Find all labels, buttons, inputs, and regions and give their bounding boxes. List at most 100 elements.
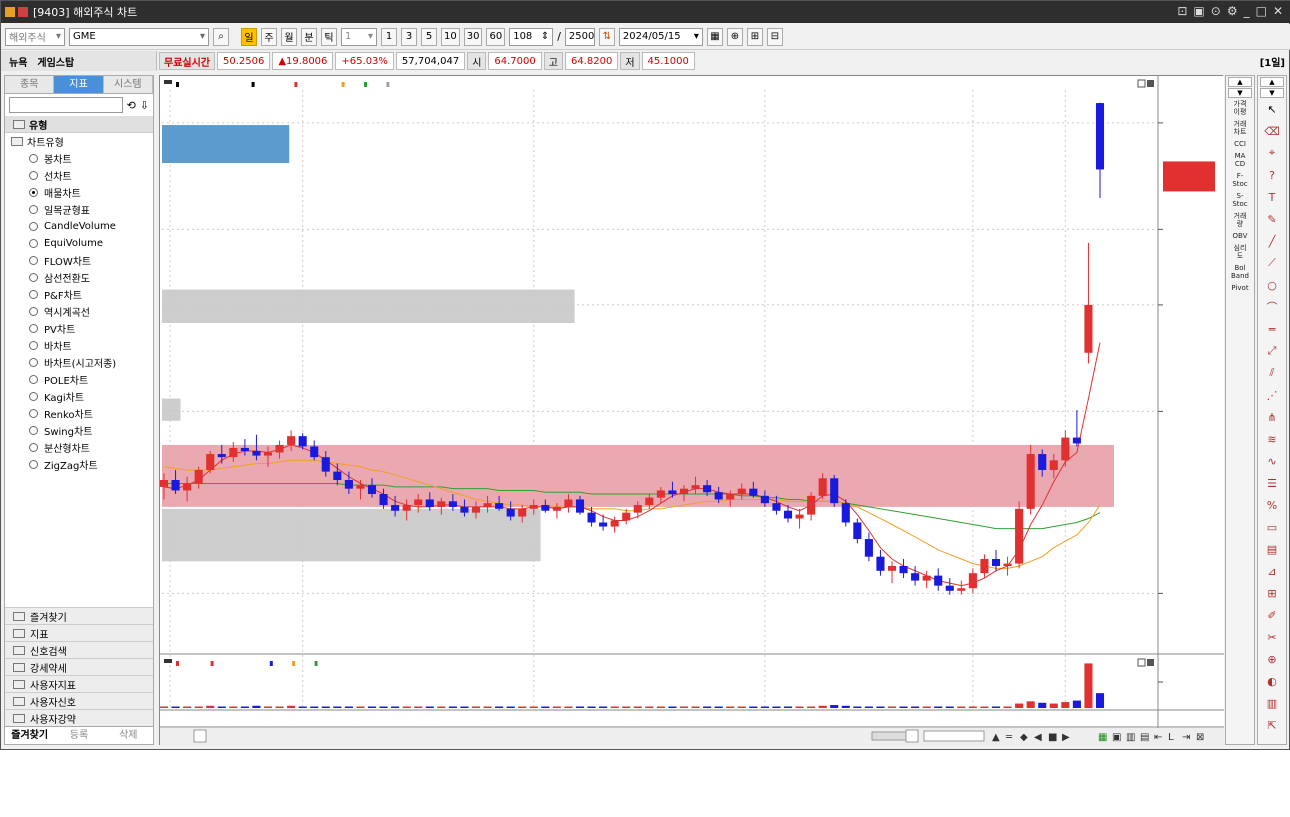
scroll-up-icon[interactable]: ▲ bbox=[1260, 77, 1284, 87]
bottom-group-item[interactable]: 신호검색 bbox=[5, 641, 153, 658]
chart-svg[interactable]: ▲ ═ ◆ ◀ ■ ▶ ▦ ▣ ▥ ▤ ⇤ L ⇥ ⊠ bbox=[159, 76, 1224, 746]
pen-tool-icon[interactable]: ✐ bbox=[1261, 606, 1283, 624]
fibonacci-tool-icon[interactable]: ≋ bbox=[1261, 430, 1283, 448]
radio-button-icon[interactable] bbox=[29, 392, 38, 401]
quick-s-stoc[interactable]: S- Stoc bbox=[1227, 192, 1253, 208]
radio-button-icon[interactable] bbox=[29, 256, 38, 265]
interval-select[interactable]: 1 ▾ bbox=[341, 27, 377, 46]
close-icon[interactable]: ✕ bbox=[1273, 4, 1283, 18]
count-stepper[interactable]: 108 ⇕ bbox=[509, 27, 554, 46]
chart-area[interactable]: ▲ ═ ◆ ◀ ■ ▶ ▦ ▣ ▥ ▤ ⇤ L ⇥ ⊠ bbox=[159, 75, 1224, 746]
minimize-icon[interactable]: _ bbox=[1244, 4, 1250, 18]
export-tool-icon[interactable]: ⇱ bbox=[1261, 716, 1283, 734]
chart-type-option[interactable]: Renko차트 bbox=[11, 405, 153, 422]
interval-10-button[interactable]: 10 bbox=[441, 27, 460, 46]
chart-type-option[interactable]: 분산형차트 bbox=[11, 439, 153, 456]
tab-stocks[interactable]: 종목 bbox=[5, 76, 55, 93]
quick-bollinger[interactable]: Bol Band bbox=[1227, 264, 1253, 280]
ratio-tool-icon[interactable]: % bbox=[1261, 496, 1283, 514]
chart-type-option[interactable]: Kagi차트 bbox=[11, 388, 153, 405]
scroll-down-icon[interactable]: ▼ bbox=[1260, 88, 1284, 98]
layout-tool-icon[interactable]: ▥ bbox=[1261, 694, 1283, 712]
crosshair-tool-icon[interactable]: ⌖ bbox=[1261, 144, 1283, 162]
radio-button-icon[interactable] bbox=[29, 290, 38, 299]
period-day-button[interactable]: 일 bbox=[241, 27, 257, 46]
period-minute-button[interactable]: 분 bbox=[301, 27, 317, 46]
chart-tool-icon[interactable]: ⊿ bbox=[1261, 562, 1283, 580]
chart-type-option[interactable]: PV차트 bbox=[11, 320, 153, 337]
period-tick-button[interactable]: 틱 bbox=[321, 27, 337, 46]
memo-tool-icon[interactable]: ✎ bbox=[1261, 210, 1283, 228]
radio-button-icon[interactable] bbox=[29, 154, 38, 163]
interval-1-button[interactable]: 1 bbox=[381, 27, 397, 46]
radio-button-icon[interactable] bbox=[29, 409, 38, 418]
delete-tool-icon[interactable]: ✂ bbox=[1261, 628, 1283, 646]
eraser-tool-icon[interactable]: ⌫ bbox=[1261, 122, 1283, 140]
save-tool-icon[interactable]: ▤ bbox=[1261, 540, 1283, 558]
chart-type-option[interactable]: 바차트(시고저종) bbox=[11, 354, 153, 371]
quick-vol[interactable]: 거래 량 bbox=[1227, 212, 1253, 228]
scroll-down-icon[interactable]: ▼ bbox=[1228, 88, 1252, 98]
magnify-tool-icon[interactable]: ⊕ bbox=[1261, 650, 1283, 668]
chart-type-option[interactable]: CandleVolume bbox=[11, 218, 153, 235]
bottom-group-item[interactable]: 사용자지표 bbox=[5, 675, 153, 692]
radio-button-icon[interactable] bbox=[29, 171, 38, 180]
radio-button-icon[interactable] bbox=[29, 324, 38, 333]
chart-type-option[interactable]: 봉차트 bbox=[11, 150, 153, 167]
tab-system[interactable]: 시스템 bbox=[104, 76, 153, 93]
quick-cci[interactable]: CCI bbox=[1227, 140, 1253, 148]
wave-tool-icon[interactable]: ∿ bbox=[1261, 452, 1283, 470]
chart-type-option[interactable]: 역시계곡선 bbox=[11, 303, 153, 320]
radio-button-icon[interactable] bbox=[29, 239, 38, 248]
bottom-group-item[interactable]: 사용자신호 bbox=[5, 692, 153, 709]
date-picker[interactable]: 2024/05/15 ▾ bbox=[618, 27, 703, 46]
period-month-button[interactable]: 월 bbox=[281, 27, 297, 46]
trendline-tool-icon[interactable]: ⟋ bbox=[1261, 254, 1283, 272]
fan-tool-icon[interactable]: ⋰ bbox=[1261, 386, 1283, 404]
chart-type-root[interactable]: 차트유형 bbox=[11, 133, 153, 150]
chart-type-option[interactable]: 선차트 bbox=[11, 167, 153, 184]
indicator-search-input[interactable] bbox=[9, 97, 123, 113]
interval-3-button[interactable]: 3 bbox=[401, 27, 417, 46]
total-input[interactable]: 2500 bbox=[564, 27, 595, 46]
load-more-button[interactable]: ⇅ bbox=[598, 27, 615, 46]
group-type[interactable]: 유형 bbox=[5, 116, 153, 133]
text-tool-icon[interactable]: T bbox=[1261, 188, 1283, 206]
radio-button-icon[interactable] bbox=[29, 307, 38, 316]
market-select[interactable]: 해외주식 ▾ bbox=[5, 27, 65, 46]
chart-type-option[interactable]: 삼선전환도 bbox=[11, 269, 153, 286]
sort-icon[interactable]: ⇩ bbox=[140, 99, 149, 112]
quick-obv[interactable]: OBV bbox=[1227, 232, 1253, 240]
favorites-tab[interactable]: 즐겨찾기 bbox=[5, 727, 54, 744]
chart-type-option[interactable]: Swing차트 bbox=[11, 422, 153, 439]
bottom-group-item[interactable]: 강세약세 bbox=[5, 658, 153, 675]
quick-macd[interactable]: MA CD bbox=[1227, 152, 1253, 168]
maximize-icon[interactable]: □ bbox=[1256, 4, 1267, 18]
zoom-button[interactable]: ⊕ bbox=[726, 27, 743, 46]
chart-type-option[interactable]: FLOW차트 bbox=[11, 252, 153, 269]
radio-button-icon[interactable] bbox=[29, 426, 38, 435]
radio-button-icon[interactable] bbox=[29, 222, 38, 231]
restore-button[interactable]: ⊟ bbox=[766, 27, 783, 46]
radio-button-icon[interactable] bbox=[29, 358, 38, 367]
radio-button-icon[interactable] bbox=[29, 273, 38, 282]
cursor-tool-icon[interactable]: ↖ bbox=[1261, 100, 1283, 118]
radio-button-icon[interactable] bbox=[29, 188, 38, 197]
bottom-group-item[interactable]: 사용자강약 bbox=[5, 709, 153, 726]
radio-button-icon[interactable] bbox=[29, 205, 38, 214]
settings-icon[interactable]: ⚙ bbox=[1227, 4, 1238, 18]
print-icon[interactable]: ⊙ bbox=[1211, 4, 1221, 18]
chart-type-option[interactable]: POLE차트 bbox=[11, 371, 153, 388]
help-tool-icon[interactable]: ? bbox=[1261, 166, 1283, 184]
chart-type-option[interactable]: 일목균형표 bbox=[11, 201, 153, 218]
delete-button[interactable]: 삭제 bbox=[104, 727, 153, 744]
quick-volume-chart[interactable]: 거래 차트 bbox=[1227, 120, 1253, 136]
quick-psy[interactable]: 심리 도 bbox=[1227, 244, 1253, 260]
bottom-group-item[interactable]: 지표 bbox=[5, 624, 153, 641]
channel-tool-icon[interactable]: ⫽ bbox=[1261, 364, 1283, 382]
chart-type-option[interactable]: EquiVolume bbox=[11, 235, 153, 252]
quick-price-ma[interactable]: 가격 이평 bbox=[1227, 100, 1253, 116]
pin-icon[interactable] bbox=[18, 7, 28, 17]
compare-button[interactable]: ⊞ bbox=[746, 27, 763, 46]
interval-30-button[interactable]: 30 bbox=[463, 27, 483, 46]
